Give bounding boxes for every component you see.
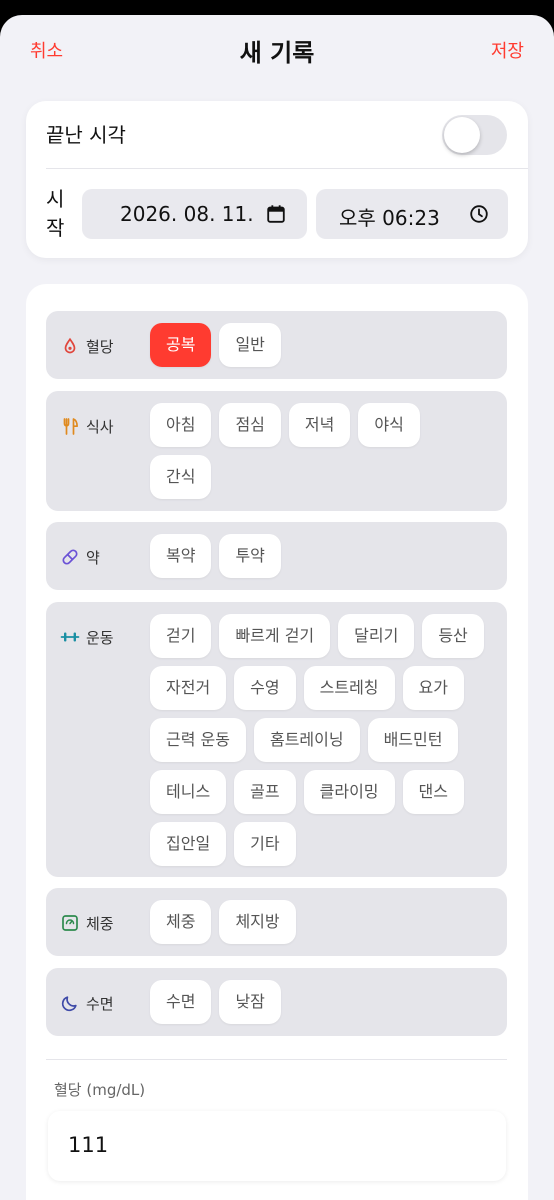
start-label: 시작	[46, 187, 65, 240]
category-header: 수면	[60, 993, 114, 1013]
chip[interactable]: 자전거	[150, 666, 227, 710]
nav-bar: 취소 새 기록 저장	[0, 15, 554, 81]
glucose-field-label: 혈당 (mg/dL)	[54, 1081, 146, 1099]
chip[interactable]: 테니스	[150, 770, 227, 814]
chip[interactable]: 저녁	[288, 403, 351, 447]
toggle-knob	[444, 117, 480, 153]
chip[interactable]: 빠르게 걷기	[219, 614, 331, 658]
chip[interactable]: 걷기	[150, 614, 212, 658]
category-label: 수면	[86, 994, 114, 1013]
chip[interactable]: 요가	[402, 666, 464, 710]
chip[interactable]: 투약	[219, 534, 281, 578]
category-5: 수면 수면 낮잠	[46, 968, 507, 1036]
chip[interactable]: 달리기	[338, 614, 415, 658]
end-time-toggle[interactable]	[442, 115, 507, 155]
new-record-sheet: 취소 새 기록 저장 끝난 시각 시작 2026. 08. 11. 오후 06:…	[0, 15, 554, 1200]
chip[interactable]: 야식	[358, 403, 420, 447]
category-label: 혈당	[86, 337, 114, 356]
blood-drop-icon	[64, 337, 76, 354]
chip[interactable]: 체지방	[219, 900, 296, 944]
pill-icon	[62, 549, 78, 565]
chip[interactable]: 수영	[234, 666, 296, 710]
clock-icon	[470, 205, 488, 223]
date-value: 2026. 08. 11.	[120, 202, 254, 226]
category-label: 식사	[86, 417, 114, 436]
category-label: 약	[86, 548, 100, 567]
time-card: 끝난 시각 시작 2026. 08. 11. 오후 06:23	[26, 101, 528, 258]
category-0: 혈당 공복 일반	[46, 311, 507, 379]
chip-group: 체중 체지방	[150, 900, 495, 952]
chip-group: 공복 일반	[150, 323, 495, 375]
chip[interactable]: 공복	[150, 323, 212, 367]
category-header: 운동	[60, 627, 114, 647]
chip[interactable]: 배드민턴	[367, 718, 459, 762]
chip[interactable]: 클라이밍	[303, 770, 395, 814]
category-header: 식사	[60, 416, 114, 436]
category-label: 운동	[86, 628, 114, 647]
utensils-icon	[63, 418, 78, 435]
moon-icon	[61, 996, 77, 1012]
category-1: 식사 아침 점심 저녁 야식간식	[46, 391, 507, 511]
calendar-icon	[267, 205, 285, 223]
chip-group: 걷기 빠르게 걷기 달리기 등산자전거 수영 스트레칭 요가근력 운동 홈트레이닝 배드민턴테니…	[150, 614, 495, 874]
chip[interactable]: 일반	[219, 323, 281, 367]
chip[interactable]: 간식	[150, 455, 212, 499]
chip[interactable]: 수면	[150, 980, 212, 1024]
category-3: 운동 걷기 빠르게 걷기 달리기 등산자전거 수영 스트레칭 요가근력 운동 홈트레이닝 배드민턴…	[46, 602, 507, 877]
category-header: 체중	[60, 913, 114, 933]
time-picker[interactable]: 오후 06:23	[316, 189, 508, 239]
category-4: 체중 체중 체지방	[46, 888, 507, 956]
chip[interactable]: 집안일	[150, 822, 227, 866]
chip[interactable]: 아침	[150, 403, 212, 447]
category-card: 혈당 공복 일반식사 아침 점심 저녁 야식간식약 복약 투약운동 걷기 빠르게 걷기 달리기 등산자전…	[26, 284, 528, 1200]
chip[interactable]: 댄스	[402, 770, 464, 814]
chip[interactable]: 근력 운동	[150, 718, 246, 762]
date-picker[interactable]: 2026. 08. 11.	[82, 189, 307, 239]
chip[interactable]: 기타	[234, 822, 296, 866]
chip[interactable]: 체중	[150, 900, 212, 944]
chip-group: 아침 점심 저녁 야식간식	[150, 403, 495, 507]
category-header: 약	[60, 547, 100, 567]
chip[interactable]: 등산	[422, 614, 484, 658]
divider	[46, 1059, 507, 1060]
chip[interactable]: 골프	[234, 770, 296, 814]
chip[interactable]: 스트레칭	[303, 666, 395, 710]
dumbbell-icon	[60, 632, 80, 642]
end-time-label: 끝난 시각	[46, 123, 126, 147]
time-value: 오후 06:23	[339, 206, 440, 230]
category-header: 혈당	[60, 336, 114, 356]
chip-group: 복약 투약	[150, 534, 495, 586]
glucose-value: 111	[68, 1133, 109, 1157]
page-title: 새 기록	[239, 39, 315, 67]
chip[interactable]: 복약	[150, 534, 212, 578]
category-label: 체중	[86, 914, 114, 933]
chip[interactable]: 점심	[219, 403, 281, 447]
divider	[46, 168, 528, 169]
category-2: 약 복약 투약	[46, 522, 507, 590]
glucose-input[interactable]: 111	[48, 1111, 506, 1181]
chip[interactable]: 낮잠	[219, 980, 281, 1024]
chip-group: 수면 낮잠	[150, 980, 495, 1032]
save-button[interactable]: 저장	[491, 37, 524, 63]
scale-icon	[62, 915, 78, 931]
chip[interactable]: 홈트레이닝	[253, 718, 360, 762]
